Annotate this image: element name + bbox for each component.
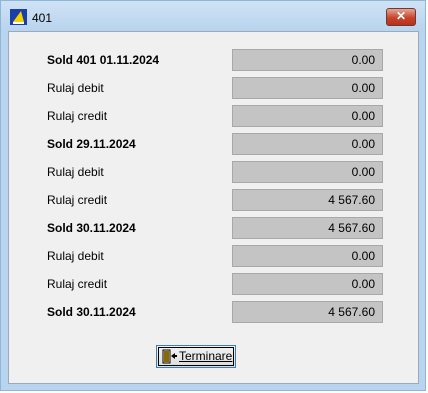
window-title: 401: [32, 11, 53, 25]
exit-door-icon: [162, 349, 177, 364]
title-bar[interactable]: 401 ✕: [1, 1, 425, 31]
close-icon: ✕: [395, 9, 407, 23]
row-label: Rulaj debit: [47, 249, 104, 263]
dialog-window: 401 ✕ Sold 401 01.11.2024 0.00 Rulaj debit…: [0, 0, 426, 391]
row-label: Sold 30.11.2024: [47, 221, 136, 235]
balance-row: Rulaj debit 0.00: [9, 76, 418, 100]
row-value-field[interactable]: 0.00: [232, 77, 383, 99]
row-value-field[interactable]: 0.00: [232, 273, 383, 295]
balance-row: Rulaj debit 0.00: [9, 160, 418, 184]
row-label: Rulaj credit: [47, 193, 108, 207]
balance-row: Rulaj debit 0.00: [9, 244, 418, 268]
row-label: Sold 29.11.2024: [47, 137, 136, 151]
balance-row: Sold 30.11.2024 4 567.60: [9, 216, 418, 240]
balance-row: Rulaj credit 0.00: [9, 104, 418, 128]
row-label: Rulaj credit: [47, 277, 108, 291]
close-button[interactable]: ✕: [386, 8, 416, 26]
balance-row: Sold 401 01.11.2024 0.00: [9, 48, 418, 72]
row-value-field[interactable]: 0.00: [232, 245, 383, 267]
row-value-field[interactable]: 0.00: [232, 161, 383, 183]
row-value-field[interactable]: 0.00: [232, 49, 383, 71]
balance-row: Rulaj credit 4 567.60: [9, 188, 418, 212]
row-value-field[interactable]: 0.00: [232, 105, 383, 127]
row-value-field[interactable]: 4 567.60: [232, 189, 383, 211]
row-label: Sold 30.11.2024: [47, 305, 136, 319]
app-icon: [10, 9, 27, 25]
finish-button[interactable]: Terminare: [156, 345, 236, 368]
row-label: Rulaj debit: [47, 165, 104, 179]
row-label: Rulaj credit: [47, 109, 108, 123]
balance-row: Sold 29.11.2024 0.00: [9, 132, 418, 156]
balance-row: Sold 30.11.2024 4 567.60: [9, 300, 418, 324]
row-label: Rulaj debit: [47, 81, 104, 95]
finish-button-label: Terminare: [179, 349, 233, 363]
dialog-body: Sold 401 01.11.2024 0.00 Rulaj debit 0.00 Ru…: [8, 31, 419, 384]
row-label: Sold 401 01.11.2024: [47, 53, 160, 67]
row-value-field[interactable]: 4 567.60: [232, 301, 383, 323]
row-value-field[interactable]: 4 567.60: [232, 217, 383, 239]
balance-row: Rulaj credit 0.00: [9, 272, 418, 296]
row-value-field[interactable]: 0.00: [232, 133, 383, 155]
